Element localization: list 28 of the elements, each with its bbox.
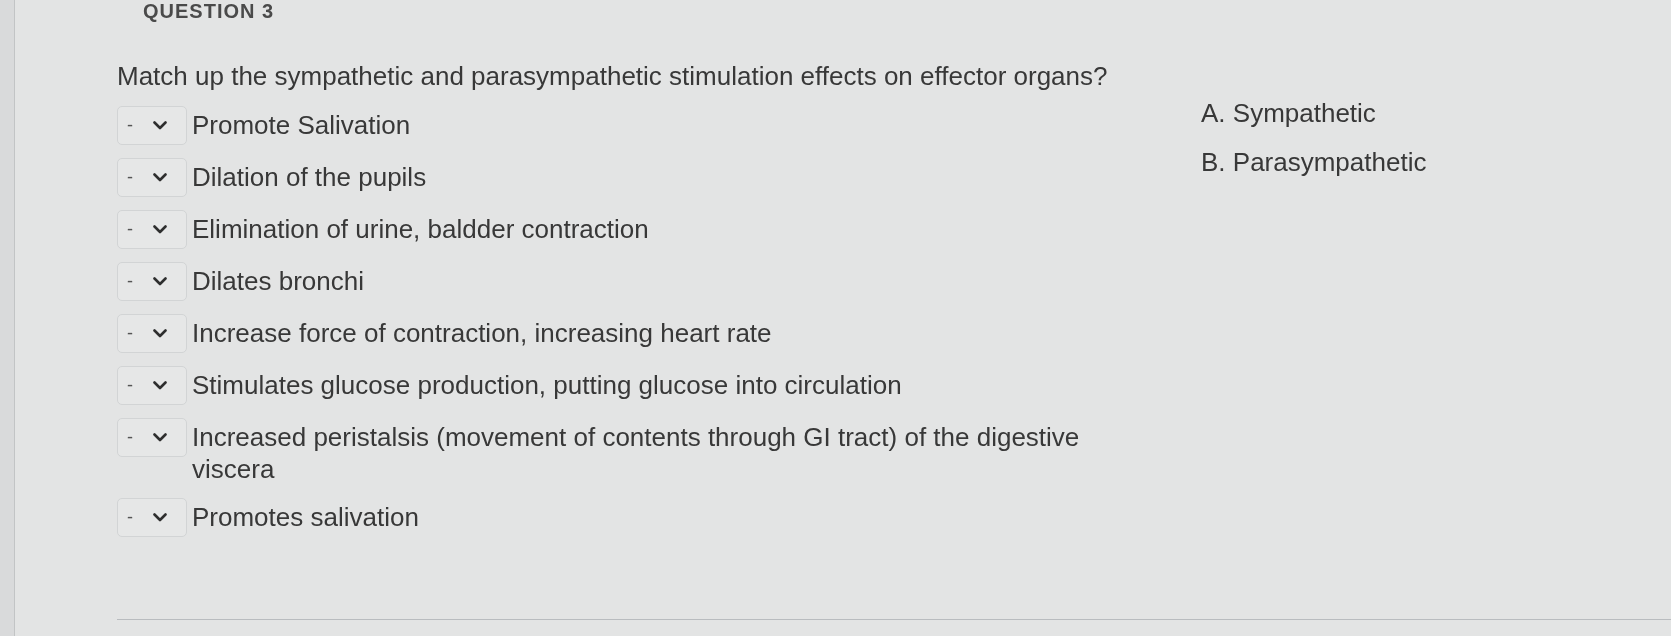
chevron-down-icon [153, 329, 167, 338]
option-text: A. Sympathetic [1201, 98, 1377, 128]
answer-dropdown[interactable]: - [117, 210, 187, 249]
statement-text: Elimination of urine, baldder contraction [192, 213, 649, 245]
answer-dropdown[interactable]: - [117, 498, 187, 537]
answer-dropdown[interactable]: - [117, 158, 187, 197]
chevron-down-icon [153, 225, 167, 234]
question-text: Match up the sympathetic and parasympathetic stimulation effects on effector organs? [117, 61, 1108, 91]
chevron-down-icon [153, 433, 167, 442]
statement-text: Promote Salivation [192, 109, 411, 141]
answer-dropdown[interactable]: - [117, 366, 187, 405]
chevron-down-icon [153, 513, 167, 522]
statement-text: Dilates bronchi [192, 265, 364, 297]
chevron-down-icon [153, 173, 167, 182]
chevron-down-icon [153, 381, 167, 390]
statement-text: Increase force of contraction, increasing heart rate [192, 317, 772, 349]
question-heading: QUESTION 3 [143, 0, 275, 22]
statement-text: Dilation of the pupils [192, 161, 427, 193]
answer-dropdown[interactable]: - [117, 314, 187, 353]
answer-dropdown[interactable]: - [117, 106, 187, 145]
statement-text: Stimulates glucose production, putting glucose into circulation [192, 369, 902, 401]
option-text: B. Parasympathetic [1201, 147, 1427, 177]
chevron-down-icon [153, 277, 167, 286]
answer-dropdown[interactable]: - [117, 262, 187, 301]
chevron-down-icon [153, 121, 167, 130]
statement-text: Promotes salivation [192, 501, 419, 533]
statement-text: Increased peristalsis (movement of contents through GI tract) of the digestive viscera [192, 421, 1081, 485]
answer-dropdown[interactable]: - [117, 418, 187, 457]
